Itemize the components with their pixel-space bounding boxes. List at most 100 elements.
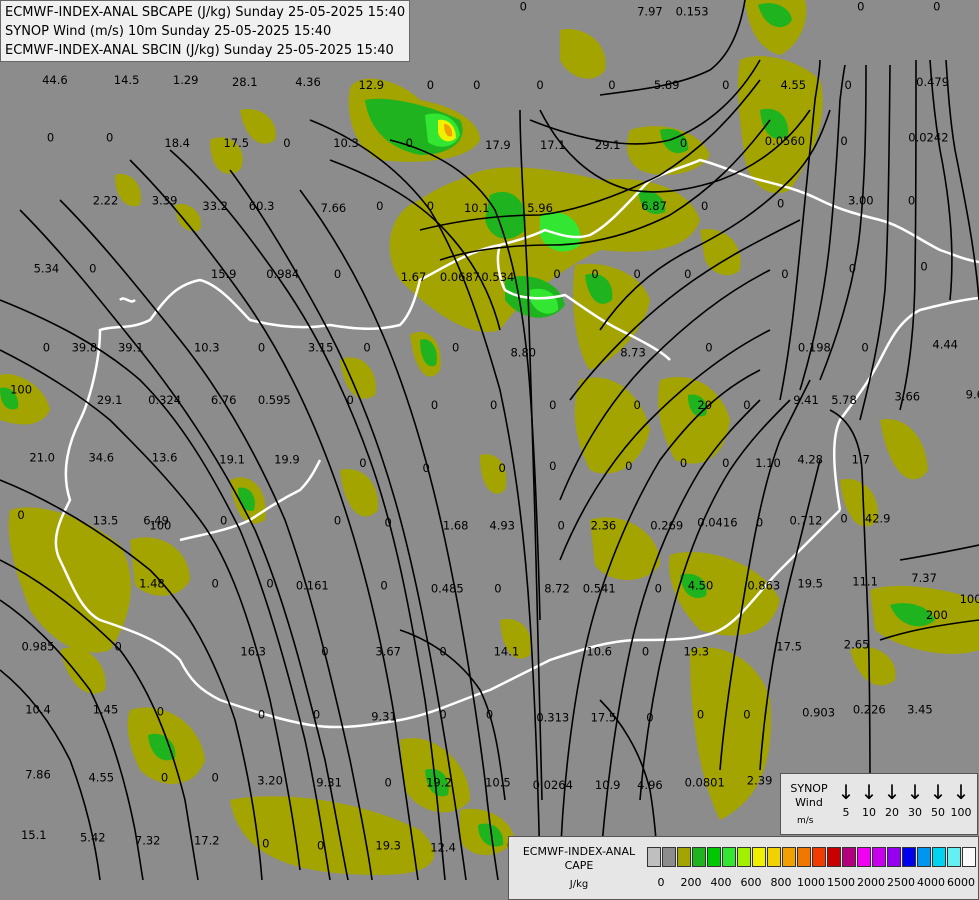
cin-value: 0 <box>47 131 54 145</box>
cin-value: 0 <box>701 199 708 213</box>
cin-value: 19.5 <box>797 576 823 590</box>
cin-value: 18.4 <box>164 136 190 150</box>
cin-value: 2.22 <box>93 194 119 208</box>
cape-legend-tick: 1500 <box>827 876 855 889</box>
cin-value: 0 <box>646 711 653 725</box>
cin-value: 12.4 <box>430 841 456 855</box>
cin-value: 7.37 <box>911 571 937 585</box>
cin-value: 0 <box>705 340 712 354</box>
cin-value: 0.534 <box>481 270 514 284</box>
cin-value: 0 <box>680 456 687 470</box>
cin-value: 0 <box>385 776 392 790</box>
wind-legend-item-label: 100 <box>950 806 972 819</box>
down-arrow-icon: ↓ <box>837 780 855 804</box>
cin-value: 1.67 <box>401 270 427 284</box>
cin-value: 0 <box>743 708 750 722</box>
cin-value: 20 <box>697 398 712 412</box>
header-line-1: ECMWF-INDEX-ANAL SBCAPE (J/kg) Sunday 25… <box>5 5 406 20</box>
cin-value: 17.2 <box>194 833 220 847</box>
cin-value: 0.226 <box>853 702 886 716</box>
cin-value: 0 <box>499 461 506 475</box>
header-line-2: SYNOP Wind (m/s) 10m Sunday 25-05-2025 1… <box>5 24 332 39</box>
cin-value: 0.0801 <box>685 776 725 790</box>
cin-value: 3.15 <box>308 340 334 354</box>
cin-value: 9.31 <box>316 776 342 790</box>
cape-legend-tick: 600 <box>740 876 762 889</box>
cin-value: 0 <box>321 645 328 659</box>
cin-value: 29.1 <box>595 138 621 152</box>
cin-value: 4.44 <box>932 337 958 351</box>
cin-value: 3.39 <box>152 194 178 208</box>
cin-value: 0.0264 <box>533 778 573 792</box>
cin-value: 0.903 <box>802 705 835 719</box>
cin-value: 19.3 <box>683 645 709 659</box>
cin-value: 0 <box>777 197 784 211</box>
cape-legend-tick: 2000 <box>857 876 885 889</box>
cin-value: 1.7 <box>852 453 870 467</box>
cin-value: 0 <box>317 839 324 853</box>
cin-value: 0 <box>756 516 763 530</box>
cin-value: 4.55 <box>88 771 114 785</box>
cin-value: 17.1 <box>540 138 566 152</box>
cin-value: 0 <box>313 708 320 722</box>
cin-value: 0.541 <box>583 582 616 596</box>
cin-value: 100 <box>10 382 32 396</box>
cin-value: 0 <box>634 398 641 412</box>
cin-value: 7.97 <box>637 5 663 19</box>
cin-value: 0 <box>106 131 113 145</box>
cin-value: 0 <box>431 398 438 412</box>
cin-value: 2.36 <box>591 519 617 533</box>
cin-value: 0 <box>359 456 366 470</box>
cape-legend-tick: 1000 <box>797 876 825 889</box>
cin-value: 0 <box>161 771 168 785</box>
cin-value: 0 <box>722 456 729 470</box>
cin-value: 15.1 <box>21 828 47 842</box>
cape-legend-swatch <box>872 847 886 867</box>
cin-value: 39.8 <box>72 340 98 354</box>
cin-value: 0.479 <box>916 75 949 89</box>
cin-value: 0.984 <box>266 267 299 281</box>
cin-value: 0.712 <box>790 514 823 528</box>
cin-value: 3.00 <box>848 194 874 208</box>
wind-legend-title: SYNOP Wind <box>790 782 828 809</box>
cin-value: 4.36 <box>295 75 321 89</box>
cin-value: 12.9 <box>358 78 384 92</box>
cin-value: 0 <box>423 461 430 475</box>
cape-legend-tick: 0 <box>657 876 665 889</box>
cin-value: 0 <box>591 267 598 281</box>
header-line-3: ECMWF-INDEX-ANAL SBCIN (J/kg) Sunday 25-… <box>5 43 394 58</box>
cin-value: 0 <box>439 708 446 722</box>
cin-value: 0 <box>520 0 527 14</box>
cin-value: 5.89 <box>654 78 680 92</box>
cin-value: 9.6 <box>966 388 979 402</box>
cin-value: 0 <box>406 136 413 150</box>
cin-value: 4.55 <box>780 78 806 92</box>
wind-legend-item-label: 50 <box>931 806 945 819</box>
cin-value: 0 <box>212 576 219 590</box>
cin-value: 13.6 <box>152 451 178 465</box>
cin-value: 100 <box>149 519 171 533</box>
cin-value: 0 <box>385 516 392 530</box>
cin-value: 8.73 <box>620 346 646 360</box>
cin-value: 0.0560 <box>765 134 805 148</box>
cin-value: 9.31 <box>371 710 397 724</box>
cin-value: 0 <box>363 340 370 354</box>
wind-legend: SYNOP Wind m/s ↓ 5 ↓ 10 ↓ 20 ↓ 30 ↓ 50 ↓… <box>780 773 978 835</box>
cin-value: 0 <box>908 194 915 208</box>
cin-value: 0 <box>258 340 265 354</box>
cin-value: 13.5 <box>93 514 119 528</box>
cin-value: 19.9 <box>274 453 300 467</box>
cape-legend-swatch <box>962 847 976 867</box>
cin-value: 0 <box>334 514 341 528</box>
cin-value: 0.161 <box>296 579 329 593</box>
cape-legend-swatch <box>827 847 841 867</box>
cin-value: 10.3 <box>194 340 220 354</box>
cin-value: 0 <box>857 0 864 14</box>
cin-value: 0 <box>861 340 868 354</box>
cin-value: 19.2 <box>426 776 452 790</box>
cin-value: 0 <box>849 262 856 276</box>
cin-value: 0.324 <box>148 393 181 407</box>
cin-value: 3.20 <box>257 774 283 788</box>
cin-value: 10.6 <box>586 645 612 659</box>
cape-legend-swatch <box>752 847 766 867</box>
